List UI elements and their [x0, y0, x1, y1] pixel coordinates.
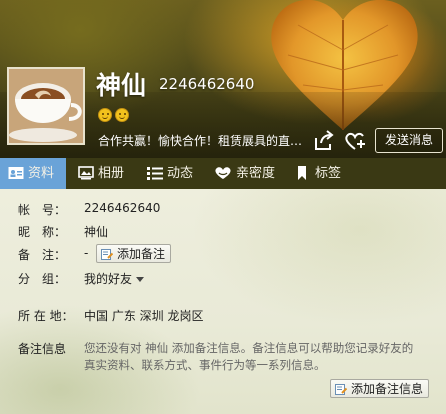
add-favorite-heart-icon[interactable] — [344, 130, 368, 152]
add-remark-button[interactable]: 添加备注 — [96, 244, 172, 263]
heart-icon — [215, 167, 231, 179]
nickname-label: 昵 称： — [18, 225, 67, 239]
signature-text[interactable]: 合作共赢！愉快合作！租赁展具的直… — [98, 132, 308, 149]
profile-name: 神仙 — [96, 71, 147, 100]
bookmark-icon — [298, 166, 306, 180]
qq-number: 2246462640 — [159, 75, 255, 93]
profile-card-icon — [8, 167, 24, 179]
add-remark-info-label: 添加备注信息 — [351, 382, 424, 396]
photo-album-icon — [78, 166, 94, 180]
tab-album[interactable]: 相册 — [78, 158, 138, 189]
add-remark-label: 添加备注 — [117, 247, 166, 261]
nickname-value: 神仙 — [84, 225, 109, 239]
tab-label: 相册 — [98, 166, 125, 181]
add-remark-info-button[interactable]: 添加备注信息 — [330, 379, 430, 398]
remark-info-label: 备注信息 — [18, 342, 67, 356]
tab-label: 资料 — [28, 166, 55, 181]
share-icon[interactable] — [312, 130, 336, 152]
coffee-cup-image — [9, 69, 83, 143]
tab-feed[interactable]: 动态 — [147, 158, 207, 189]
tab-tags[interactable]: 标签 — [297, 158, 357, 189]
profile-details-panel: 帐 号： 2246462640 昵 称： 神仙 备 注： - 添加备注 分 组：… — [0, 189, 446, 414]
feed-list-icon — [147, 167, 163, 180]
remark-value: - — [84, 246, 89, 260]
location-label: 所 在 地： — [18, 309, 74, 323]
group-label: 分 组： — [18, 272, 67, 286]
chevron-down-icon — [136, 277, 145, 282]
tab-bar: 资料 相册 动态 亲密度 标签 — [0, 158, 446, 189]
tab-profile[interactable]: 资料 — [0, 158, 66, 189]
avatar[interactable] — [7, 67, 85, 145]
account-value: 2246462640 — [84, 201, 161, 215]
send-message-button[interactable]: 发送消息 — [375, 128, 443, 153]
edit-note-icon — [335, 384, 347, 395]
account-label: 帐 号： — [18, 203, 67, 217]
tab-intimacy[interactable]: 亲密度 — [214, 158, 284, 189]
group-dropdown[interactable]: 我的好友 — [84, 270, 145, 287]
group-value: 我的好友 — [84, 272, 133, 286]
location-value: 中国 广东 深圳 龙岗区 — [84, 309, 204, 323]
tab-label: 标签 — [315, 166, 342, 181]
edit-note-icon — [101, 249, 113, 260]
tab-label: 动态 — [167, 166, 194, 181]
remark-info-text: 您还没有对 神仙 添加备注信息。备注信息可以帮助您记录好友的真实资料、联系方式、… — [84, 341, 414, 372]
profile-card: 神仙 2246462640 合作共赢！愉快合作！租赁展具的直… 发送消息 资料 … — [0, 0, 446, 414]
remark-label: 备 注： — [18, 248, 67, 262]
smiley-icon — [115, 108, 129, 122]
tab-label: 亲密度 — [236, 166, 276, 181]
smiley-icon — [98, 108, 112, 122]
